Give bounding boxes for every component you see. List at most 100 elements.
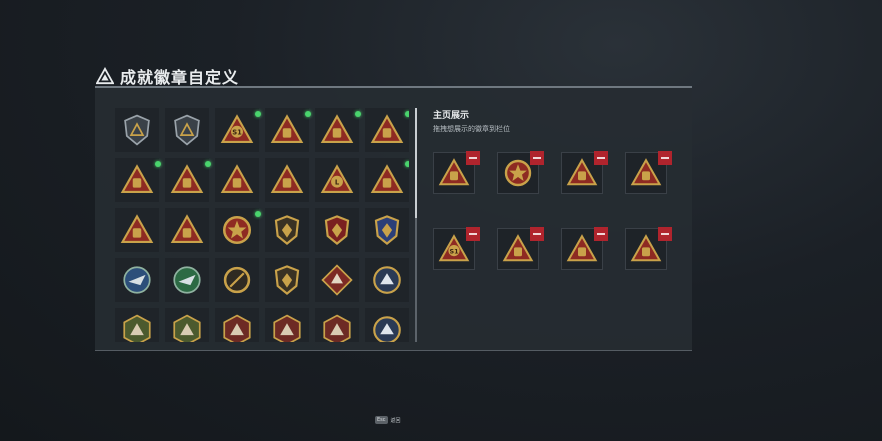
beast-badge-icon bbox=[120, 313, 154, 342]
new-indicator-dot bbox=[255, 111, 261, 117]
badge-cell[interactable]: L bbox=[315, 158, 359, 202]
badge-cell[interactable] bbox=[265, 208, 309, 252]
ring-badge-icon bbox=[220, 263, 254, 297]
scrollbar[interactable] bbox=[415, 108, 417, 342]
eagle-badge-icon bbox=[120, 263, 154, 297]
badge-cell[interactable] bbox=[315, 258, 359, 302]
page-title-bar: 成就徽章自定义 bbox=[96, 64, 239, 88]
new-indicator-dot bbox=[255, 211, 261, 217]
tri-badge-icon bbox=[170, 213, 204, 247]
new-indicator-dot bbox=[405, 161, 409, 167]
badge-cell[interactable] bbox=[115, 108, 159, 152]
showcase-slot[interactable] bbox=[625, 227, 672, 270]
badge-cell[interactable] bbox=[315, 208, 359, 252]
badge-cell[interactable] bbox=[115, 308, 159, 342]
new-indicator-dot bbox=[355, 111, 361, 117]
badge-cell[interactable] bbox=[365, 308, 409, 342]
badge-grid: S1 L bbox=[115, 108, 409, 342]
svg-text:L: L bbox=[335, 179, 340, 187]
footer-hint: Esc 返回 bbox=[375, 416, 401, 424]
badge-cell[interactable] bbox=[115, 208, 159, 252]
esc-key-button[interactable]: Esc bbox=[375, 416, 388, 424]
remove-badge-button[interactable] bbox=[466, 227, 480, 241]
remove-badge-button[interactable] bbox=[594, 227, 608, 241]
showcase-slot[interactable] bbox=[497, 227, 544, 270]
svg-text:S1: S1 bbox=[449, 247, 458, 255]
showcase-slot[interactable] bbox=[561, 151, 608, 194]
badge-cell[interactable] bbox=[215, 308, 259, 342]
tri-badge-icon bbox=[270, 113, 304, 147]
star-medal-icon bbox=[220, 213, 254, 247]
eagle-badge-icon bbox=[270, 263, 304, 297]
tri-badge-icon bbox=[320, 113, 354, 147]
showcase-subtitle: 拖拽想展示的徽章到栏位 bbox=[433, 125, 510, 133]
triangle-emblem-icon bbox=[96, 67, 114, 85]
new-indicator-dot bbox=[205, 161, 211, 167]
badge-cell[interactable] bbox=[165, 308, 209, 342]
scroll-thumb[interactable] bbox=[415, 108, 417, 218]
beast-badge-icon bbox=[320, 313, 354, 342]
badge-cell[interactable] bbox=[215, 258, 259, 302]
badge-cell[interactable] bbox=[315, 108, 361, 152]
badge-cell[interactable] bbox=[265, 258, 309, 302]
shield-badge-icon bbox=[370, 213, 404, 247]
boat-badge-icon bbox=[270, 163, 304, 197]
tri-badge-icon bbox=[370, 163, 404, 197]
badge-cell[interactable] bbox=[165, 108, 209, 152]
tri-badge-icon bbox=[170, 163, 204, 197]
new-indicator-dot bbox=[405, 111, 409, 117]
showcase-slot[interactable] bbox=[625, 151, 672, 194]
wolf-badge-icon bbox=[320, 263, 354, 297]
triangle-emblem-icon bbox=[120, 113, 154, 147]
helicopter-icon bbox=[170, 113, 204, 147]
tri-badge-icon bbox=[120, 213, 154, 247]
shield-badge-icon bbox=[270, 213, 304, 247]
showcase-slots: S1 bbox=[433, 151, 672, 270]
showcase-slot[interactable] bbox=[497, 151, 544, 194]
badge-cell[interactable] bbox=[315, 308, 359, 342]
badge-cell[interactable] bbox=[115, 158, 161, 202]
new-indicator-dot bbox=[155, 161, 161, 167]
remove-badge-button[interactable] bbox=[530, 151, 544, 165]
showcase-slot[interactable] bbox=[433, 151, 480, 194]
svg-text:S1: S1 bbox=[232, 129, 242, 137]
badge-cell[interactable] bbox=[165, 258, 209, 302]
remove-badge-button[interactable] bbox=[594, 151, 608, 165]
remove-badge-button[interactable] bbox=[466, 151, 480, 165]
showcase-slot[interactable]: S1 bbox=[433, 227, 480, 270]
l-badge-icon: L bbox=[320, 163, 354, 197]
back-label[interactable]: 返回 bbox=[391, 417, 401, 424]
badge-panel: S1 L 主页展示 拖拽想展示的徽章到栏位 S1 bbox=[95, 86, 692, 351]
remove-badge-button[interactable] bbox=[658, 151, 672, 165]
s1-badge-icon: S1 bbox=[220, 113, 254, 147]
tri-badge-icon bbox=[220, 163, 254, 197]
badge-cell[interactable] bbox=[265, 108, 311, 152]
homepage-showcase: 主页展示 拖拽想展示的徽章到栏位 S1 bbox=[433, 108, 683, 270]
eagle-badge-icon bbox=[170, 263, 204, 297]
showcase-title: 主页展示 bbox=[433, 111, 470, 121]
shield-badge-icon bbox=[320, 213, 354, 247]
badge-cell[interactable]: S1 bbox=[215, 108, 261, 152]
beast-badge-icon bbox=[170, 313, 204, 342]
badge-cell[interactable] bbox=[165, 208, 209, 252]
remove-badge-button[interactable] bbox=[658, 227, 672, 241]
badge-cell[interactable] bbox=[265, 158, 309, 202]
new-indicator-dot bbox=[305, 111, 311, 117]
beast-badge-icon bbox=[220, 313, 254, 342]
badge-cell[interactable] bbox=[365, 208, 409, 252]
badge-cell[interactable] bbox=[215, 208, 261, 252]
showcase-slot[interactable] bbox=[561, 227, 608, 270]
page-title: 成就徽章自定义 bbox=[120, 68, 240, 87]
badge-cell[interactable] bbox=[365, 108, 409, 152]
badge-cell[interactable] bbox=[115, 258, 159, 302]
wolf-badge-icon bbox=[370, 263, 404, 297]
beast-badge-icon bbox=[370, 313, 404, 342]
badge-cell[interactable] bbox=[365, 258, 409, 302]
remove-badge-button[interactable] bbox=[530, 227, 544, 241]
badge-cell[interactable] bbox=[215, 158, 259, 202]
badge-cell[interactable] bbox=[165, 158, 211, 202]
tri-badge-icon bbox=[120, 163, 154, 197]
badge-cell[interactable] bbox=[365, 158, 409, 202]
badge-cell[interactable] bbox=[265, 308, 309, 342]
tri-badge-icon bbox=[370, 113, 404, 147]
